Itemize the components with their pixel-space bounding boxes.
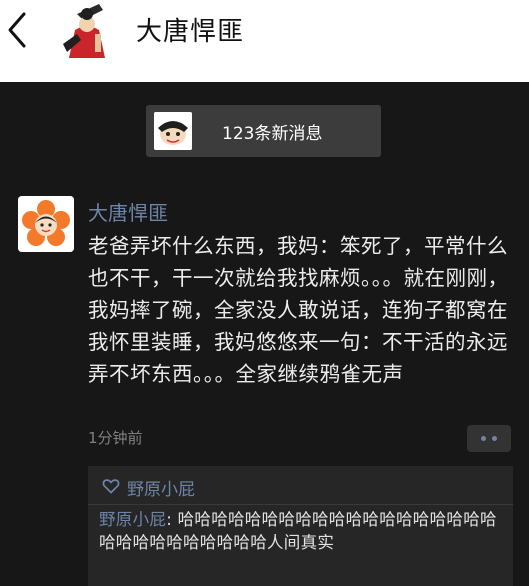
new-message-avatar [154, 112, 192, 150]
user-avatar[interactable] [55, 0, 113, 58]
page-title: 大唐悍匪 [136, 17, 245, 47]
dot-icon [481, 436, 486, 441]
comment-item[interactable]: 野原小屁: 哈哈哈哈哈哈哈哈哈哈哈哈哈哈哈哈哈哈哈哈哈哈哈哈哈哈哈哈哈人间真实 [99, 508, 504, 554]
back-arrow-icon[interactable] [4, 10, 32, 50]
comment-author[interactable]: 野原小屁 [99, 510, 166, 529]
post-author-name[interactable]: 大唐悍匪 [88, 197, 168, 226]
dot-icon [492, 436, 497, 441]
new-messages-button[interactable]: 123条新消息 [146, 105, 381, 157]
heart-icon [102, 479, 120, 494]
post-text: 老爸弄坏什么东西，我妈：笨死了，平常什么也不干，干一次就给我找麻烦。。。就在刚刚… [88, 234, 509, 386]
liker-name[interactable]: 野原小屁 [127, 475, 195, 500]
new-messages-label: 123条新消息 [222, 124, 323, 144]
divider [88, 504, 513, 505]
post-author-avatar[interactable] [18, 196, 74, 252]
more-actions-button[interactable] [467, 425, 511, 452]
comment-section: 野原小屁 野原小屁: 哈哈哈哈哈哈哈哈哈哈哈哈哈哈哈哈哈哈哈哈哈哈哈哈哈哈哈哈哈… [88, 466, 513, 586]
comment-separator: : [166, 510, 178, 529]
title-bar: 大唐悍匪 [0, 0, 529, 82]
post-timestamp: 1分钟前 [88, 429, 143, 447]
